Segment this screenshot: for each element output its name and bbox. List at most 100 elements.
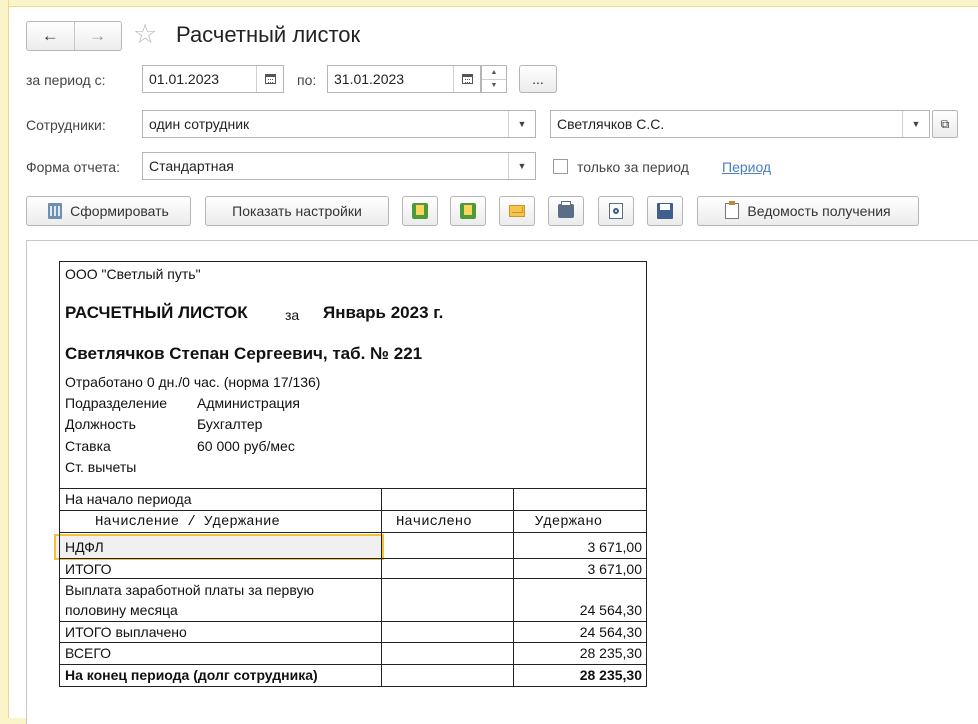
- period-to-field[interactable]: 31.01.2023: [327, 65, 481, 93]
- open-window-icon: ⧉: [940, 116, 950, 131]
- chevron-down-icon[interactable]: ▼: [508, 153, 535, 179]
- payout-label-line2: половину месяца: [65, 602, 178, 618]
- employees-label: Сотрудники:: [26, 117, 106, 133]
- show-settings-label: Показать настройки: [232, 203, 362, 219]
- column-header-accrued: Начислено: [396, 514, 472, 530]
- preview-button[interactable]: [598, 196, 634, 226]
- total-paid-label: ИТОГО выплачено: [65, 624, 187, 640]
- forward-button[interactable]: →: [75, 22, 122, 50]
- period-link[interactable]: Период: [722, 159, 771, 175]
- position-label: Должность: [65, 416, 136, 432]
- position-value: Бухгалтер: [197, 416, 263, 432]
- total-paid-value: 24 564,30: [579, 624, 642, 640]
- report-form-value: Стандартная: [149, 158, 234, 174]
- calculator-icon: [48, 203, 63, 219]
- export-button[interactable]: [402, 196, 438, 226]
- table-border: [381, 488, 382, 686]
- table-border: [60, 558, 646, 559]
- employee-select[interactable]: Светлячков С.С. ▼: [550, 110, 930, 138]
- grand-total-value: 28 235,30: [579, 645, 642, 661]
- table-row-ndfl[interactable]: НДФЛ: [65, 539, 104, 555]
- save-button[interactable]: [647, 196, 683, 226]
- table-border: [60, 664, 646, 665]
- receipt-statement-label: Ведомость получения: [747, 203, 891, 219]
- ndfl-withheld-value: 3 671,00: [587, 539, 643, 555]
- page-title: Расчетный листок: [176, 22, 361, 47]
- table-border: [60, 488, 646, 489]
- table-border: [513, 488, 514, 686]
- table-row-total: ИТОГО: [65, 561, 112, 577]
- department-label: Подразделение: [65, 395, 168, 411]
- period-from-field[interactable]: 01.01.2023: [142, 65, 284, 93]
- generate-button-label: Сформировать: [70, 203, 169, 219]
- only-period-checkbox[interactable]: [553, 159, 568, 174]
- column-header-item: Начисление / Удержание: [95, 514, 280, 530]
- table-border: [60, 532, 646, 533]
- navigation-buttons: ← →: [26, 21, 122, 51]
- rate-label: Ставка: [65, 438, 111, 454]
- table-border: [60, 510, 646, 511]
- receipt-statement-button[interactable]: Ведомость получения: [697, 196, 919, 226]
- company-name: ООО "Светлый путь": [65, 266, 201, 282]
- calendar-icon: [264, 74, 276, 84]
- import-button[interactable]: [450, 196, 486, 226]
- department-value: Администрация: [197, 395, 300, 411]
- payslip-title: РАСЧЕТНЫЙ ЛИСТОК: [65, 303, 248, 322]
- rate-value: 60 000 руб/мес: [197, 438, 295, 454]
- period-start-label: На начало периода: [65, 491, 192, 507]
- table-border: [60, 621, 646, 622]
- period-to-label: по:: [297, 72, 317, 88]
- calendar-icon: [461, 74, 473, 84]
- employees-mode-select[interactable]: один сотрудник ▼: [142, 110, 536, 138]
- import-icon: [460, 203, 476, 219]
- payslip-period: Январь 2023 г.: [323, 303, 444, 322]
- arrow-right-icon: →: [89, 26, 107, 45]
- employee-full-name: Светлячков Степан Сергеевич, таб. № 221: [65, 344, 423, 363]
- period-end-label: На конец периода (долг сотрудника): [65, 667, 318, 683]
- payslip-title-for: за: [285, 307, 300, 323]
- table-border: [60, 578, 646, 579]
- report-form-label: Форма отчета:: [26, 159, 120, 175]
- window-frame-top: [0, 0, 978, 7]
- payout-value: 24 564,30: [579, 602, 642, 618]
- window-frame-left: [0, 0, 9, 724]
- chevron-down-icon[interactable]: ▼: [508, 111, 535, 137]
- employee-value: Светлячков С.С.: [557, 116, 665, 132]
- payslip-sheet: ООО "Светлый путь" РАСЧЕТНЫЙ ЛИСТОК за Я…: [59, 261, 647, 687]
- spinner-up-icon[interactable]: ▲: [482, 66, 506, 80]
- clipboard-icon: [725, 201, 740, 219]
- back-button[interactable]: ←: [27, 22, 75, 50]
- grand-total-label: ВСЕГО: [65, 645, 112, 661]
- worked-time: Отработано 0 дн./0 час. (норма 17/136): [65, 374, 321, 390]
- print-button[interactable]: [548, 196, 584, 226]
- arrow-left-icon: ←: [41, 26, 59, 45]
- open-employee-button[interactable]: ⧉: [932, 110, 958, 138]
- only-period-label: только за период: [577, 159, 689, 175]
- spinner-down-icon[interactable]: ▼: [482, 80, 506, 93]
- show-settings-button[interactable]: Показать настройки: [205, 196, 389, 226]
- mail-icon: [509, 205, 525, 217]
- total-withheld-value: 3 671,00: [587, 561, 643, 577]
- period-from-label: за период с:: [26, 72, 106, 88]
- deductions-label: Ст. вычеты: [65, 459, 137, 475]
- favorite-star-icon[interactable]: ☆: [133, 19, 157, 49]
- period-to-value: 31.01.2023: [334, 71, 405, 87]
- table-border: [60, 642, 646, 643]
- calendar-button[interactable]: [453, 66, 480, 92]
- report-form-select[interactable]: Стандартная ▼: [142, 152, 536, 180]
- send-email-button[interactable]: [499, 196, 535, 226]
- preview-icon: [609, 203, 623, 219]
- column-header-withheld: Удержано: [535, 514, 603, 530]
- printer-icon: [558, 201, 574, 218]
- chevron-down-icon[interactable]: ▼: [902, 111, 929, 137]
- payout-label-line1: Выплата заработной платы за первую: [65, 582, 314, 598]
- period-select-button[interactable]: ...: [519, 65, 557, 93]
- period-from-value: 01.01.2023: [149, 71, 220, 87]
- employees-mode-value: один сотрудник: [149, 116, 250, 132]
- save-icon: [657, 203, 673, 219]
- generate-button[interactable]: Сформировать: [26, 196, 191, 226]
- period-spinner[interactable]: ▲ ▼: [481, 65, 507, 93]
- calendar-button[interactable]: [256, 66, 283, 92]
- export-icon: [412, 203, 428, 219]
- period-end-value: 28 235,30: [579, 667, 642, 683]
